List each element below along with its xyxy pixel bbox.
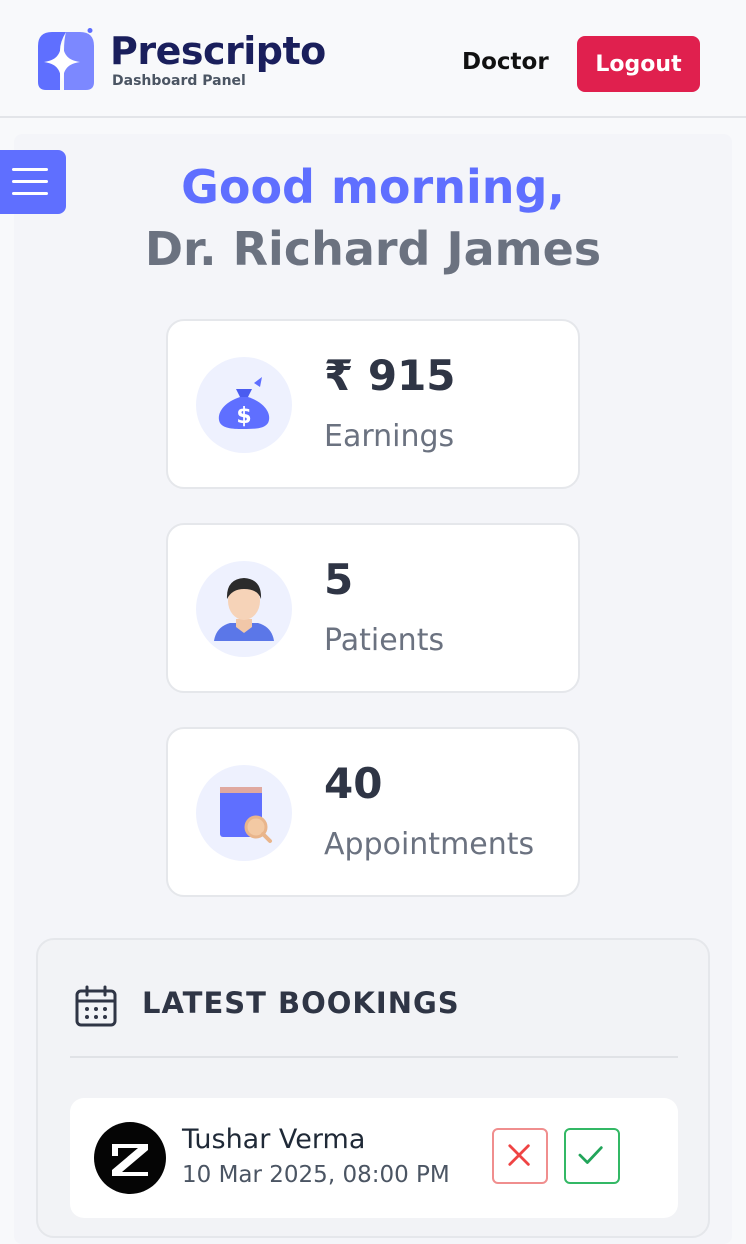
divider <box>70 1056 678 1058</box>
booking-row: Tushar Verma 10 Mar 2025, 08:00 PM <box>70 1098 678 1218</box>
check-icon <box>578 1146 603 1164</box>
brand-name: Prescripto <box>110 29 326 73</box>
patient-icon <box>196 561 292 657</box>
doctor-name: Dr. Richard James <box>144 222 602 276</box>
earnings-value: ₹ 915 <box>324 351 456 400</box>
svg-text:$: $ <box>236 404 251 429</box>
prescripto-logo-icon <box>38 28 94 90</box>
close-icon <box>508 1144 530 1166</box>
patients-value: 5 <box>324 555 354 604</box>
patient-name: Tushar Verma <box>182 1124 366 1155</box>
appointments-value: 40 <box>324 759 383 808</box>
confirm-booking-button[interactable] <box>564 1128 620 1184</box>
appointments-card: 40 Appointments <box>166 727 580 897</box>
booking-datetime: 10 Mar 2025, 08:00 PM <box>182 1162 450 1188</box>
cancel-booking-button[interactable] <box>492 1128 548 1184</box>
patients-label: Patients <box>324 623 445 658</box>
patients-card: 5 Patients <box>166 523 580 693</box>
top-header: Prescripto Dashboard Panel Doctor Logout <box>0 0 746 118</box>
earnings-card: $ ₹ 915 Earnings <box>166 319 580 489</box>
appointment-book-icon <box>196 765 292 861</box>
logout-button[interactable]: Logout <box>577 36 700 92</box>
role-label: Doctor <box>462 49 549 75</box>
avatar <box>94 1122 166 1194</box>
earnings-label: Earnings <box>324 419 455 454</box>
calendar-icon <box>75 985 117 1027</box>
money-bag-icon: $ <box>196 357 292 453</box>
latest-bookings-section: LATEST BOOKINGS Tushar Verma 10 Mar 2025… <box>36 938 710 1238</box>
brand-subtitle: Dashboard Panel <box>112 73 246 89</box>
latest-bookings-title: LATEST BOOKINGS <box>142 986 460 1020</box>
appointments-label: Appointments <box>324 827 535 862</box>
greeting-line: Good morning, <box>181 160 565 214</box>
